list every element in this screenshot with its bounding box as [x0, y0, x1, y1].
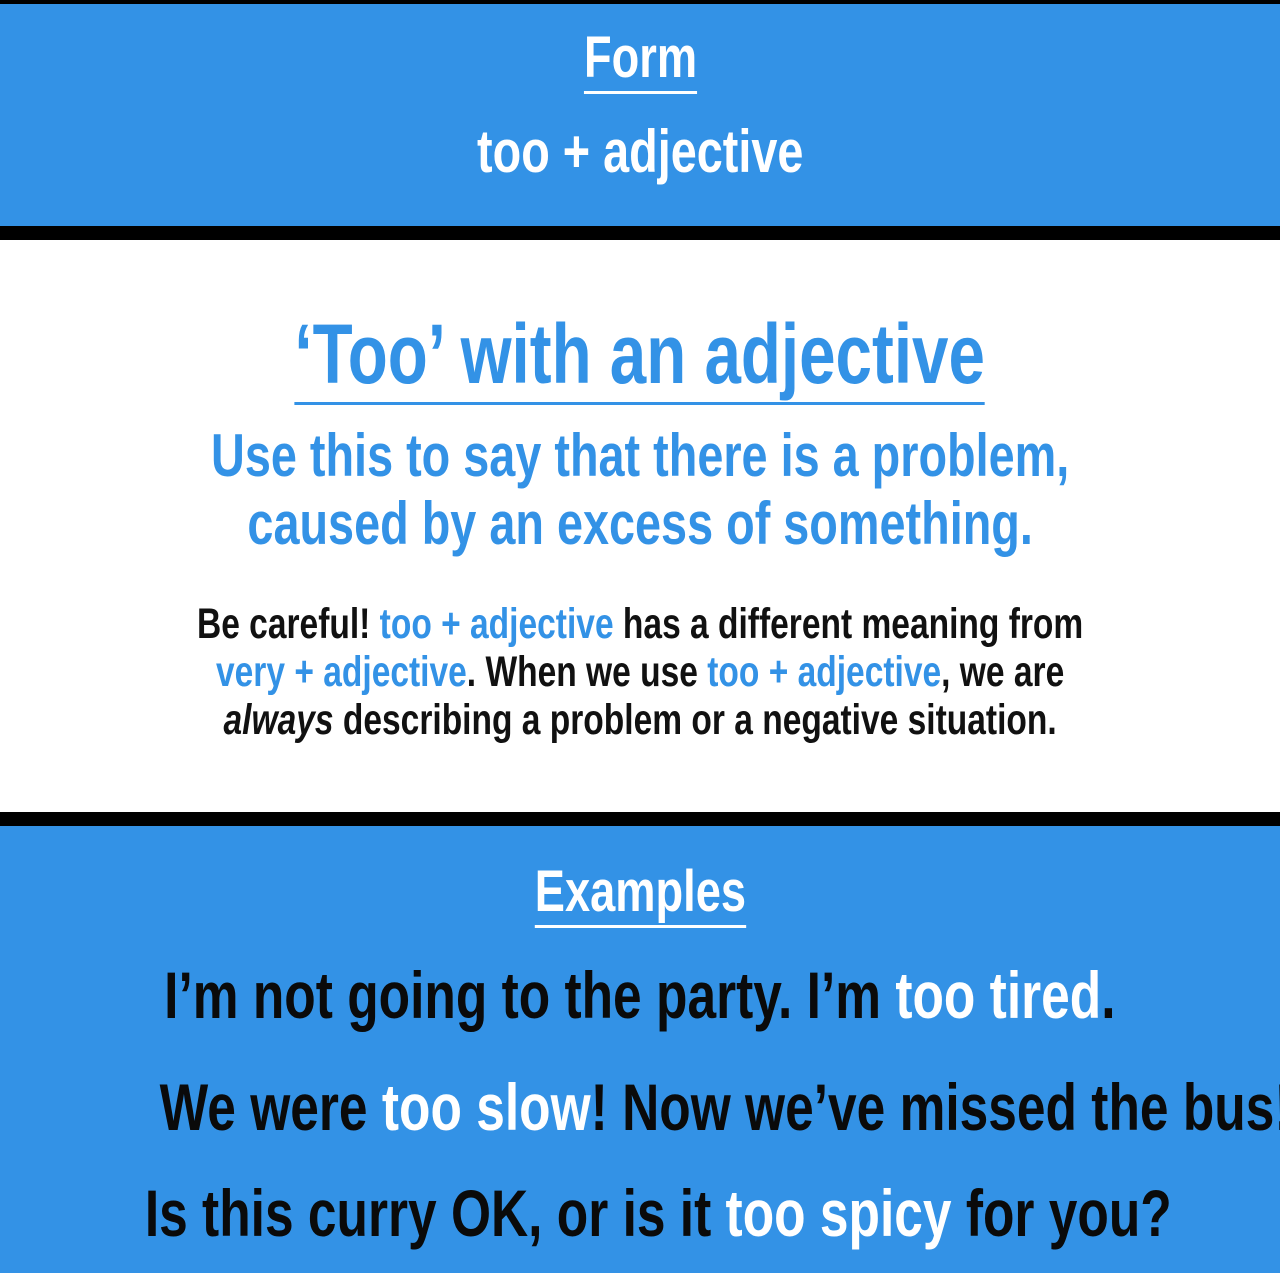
example-sentence-2: We were too slow! Now we’ve missed the b…	[160, 1074, 1280, 1140]
note-line2-middle: . When we use	[466, 648, 708, 696]
example-2-before: We were	[159, 1070, 382, 1144]
example-2-highlight: too slow	[381, 1070, 591, 1144]
example-1-highlight: too tired	[895, 958, 1102, 1032]
examples-panel: Examples I’m not going to the party. I’m…	[0, 826, 1280, 1273]
example-3-highlight: too spicy	[725, 1176, 952, 1250]
explanation-title: ‘Too’ with an adjective	[294, 312, 986, 405]
description-line-2: caused by an excess of something.	[247, 490, 1033, 557]
note-line1-suffix: has a different meaning from	[613, 600, 1084, 648]
note-emphasis-always: always	[223, 696, 334, 744]
note-line-2: very + adjective. When we use too + adje…	[197, 648, 1083, 696]
examples-heading: Examples	[534, 863, 746, 928]
note-line-3: always describing a problem or a negativ…	[197, 696, 1083, 744]
example-sentence-1: I’m not going to the party. I’m too tire…	[164, 962, 1115, 1028]
form-panel: Form too + adjective	[0, 4, 1280, 226]
example-3-before: Is this curry OK, or is it	[144, 1176, 726, 1250]
explanation-panel: ‘Too’ with an adjective Use this to say …	[0, 240, 1280, 812]
note-line3-suffix: describing a problem or a negative situa…	[333, 696, 1057, 744]
example-1-before: I’m not going to the party. I’m	[164, 958, 896, 1032]
example-1-after: .	[1101, 958, 1116, 1032]
note-highlight-very-adjective: very + adjective	[215, 648, 467, 696]
example-3-after: for you?	[951, 1176, 1172, 1250]
explanation-description: Use this to say that there is a problem,…	[211, 422, 1069, 558]
example-2-after: ! Now we’ve missed the bus!	[590, 1070, 1280, 1144]
note-prefix: Be careful!	[196, 600, 380, 648]
form-heading: Form	[583, 29, 697, 94]
example-sentence-3: Is this curry OK, or is it too spicy for…	[145, 1180, 1172, 1246]
note-highlight-too-adjective: too + adjective	[379, 600, 614, 648]
note-highlight-too-adjective-2: too + adjective	[707, 648, 942, 696]
description-line-1: Use this to say that there is a problem,	[210, 422, 1070, 489]
careful-note: Be careful! too + adjective has a differ…	[197, 600, 1083, 744]
form-formula: too + adjective	[476, 118, 804, 185]
note-line2-suffix: , we are	[941, 648, 1065, 696]
note-line-1: Be careful! too + adjective has a differ…	[197, 600, 1083, 648]
